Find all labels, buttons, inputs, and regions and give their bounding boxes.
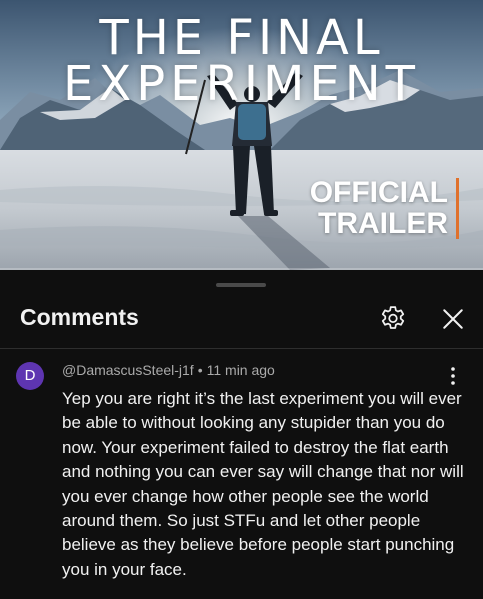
meta-separator: • xyxy=(197,362,203,378)
drag-handle[interactable] xyxy=(216,283,266,287)
comment-more-button[interactable] xyxy=(441,364,465,388)
comment-author[interactable]: @DamascusSteel-j1f xyxy=(62,362,194,378)
settings-button[interactable] xyxy=(378,304,408,334)
app-screen: THE FINAL EXPERIMENT OFFICIAL TRAILER Co… xyxy=(0,0,483,599)
comment-text: Yep you are right it’s the last experime… xyxy=(62,389,464,579)
close-icon xyxy=(443,309,463,329)
official-trailer-badge: OFFICIAL TRAILER xyxy=(309,176,459,240)
badge-line-1: OFFICIAL xyxy=(309,176,448,209)
badge-line-2: TRAILER xyxy=(318,206,448,240)
gear-icon xyxy=(381,306,405,329)
comments-title: Comments xyxy=(20,304,139,330)
video-title-line-1: THE FINAL xyxy=(99,10,384,66)
header-divider xyxy=(0,348,483,349)
comments-panel: Comments D @DamascusSteel-j1f • 11 min ago xyxy=(0,270,483,599)
comment-time: 11 min ago xyxy=(206,362,275,378)
avatar[interactable]: D xyxy=(16,362,44,390)
video-player[interactable]: THE FINAL EXPERIMENT OFFICIAL TRAILER xyxy=(0,0,483,270)
more-vert-icon xyxy=(451,367,455,385)
video-title-line-2: EXPERIMENT xyxy=(63,56,420,112)
close-button[interactable] xyxy=(438,304,468,334)
comment-meta: @DamascusSteel-j1f • 11 min ago xyxy=(62,362,275,378)
comments-header: Comments xyxy=(0,292,483,346)
